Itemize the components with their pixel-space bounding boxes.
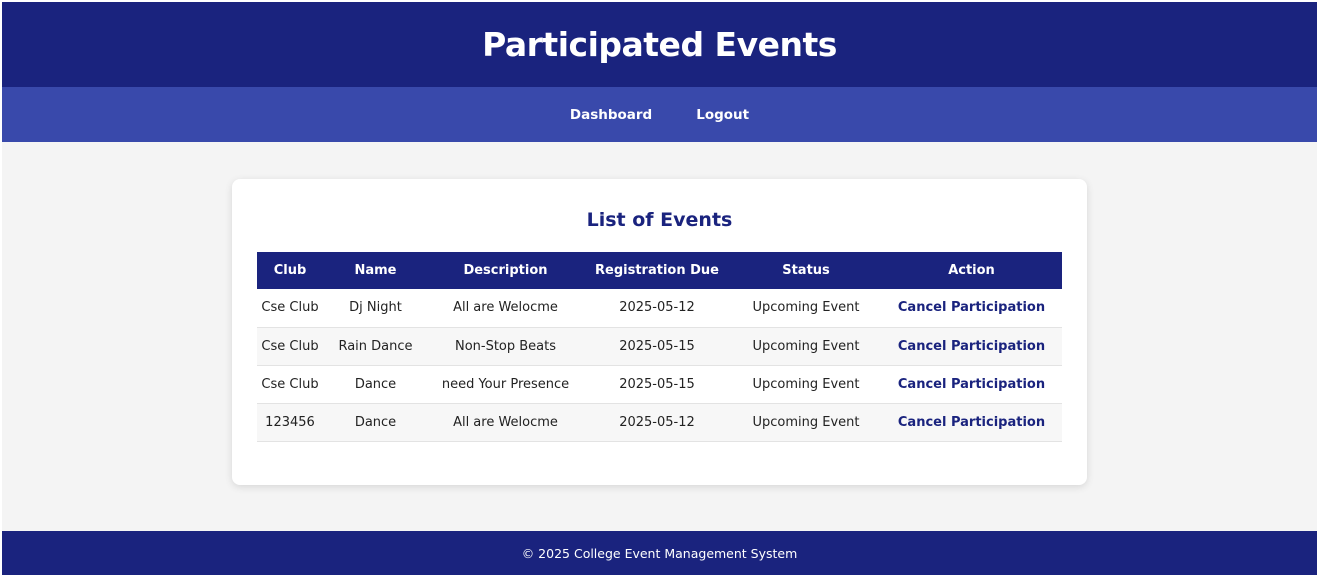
cell-status: Upcoming Event xyxy=(731,403,881,442)
cell-action: Cancel Participation xyxy=(881,327,1062,366)
cell-description: need Your Presence xyxy=(428,365,583,404)
table-row: Cse Club Rain Dance Non-Stop Beats 2025-… xyxy=(257,327,1062,366)
column-header-name: Name xyxy=(323,252,428,289)
cell-action: Cancel Participation xyxy=(881,403,1062,442)
cell-name: Dj Night xyxy=(323,289,428,328)
section-title: List of Events xyxy=(586,209,733,231)
cell-registration-due: 2025-05-15 xyxy=(583,327,731,366)
page-header: Participated Events xyxy=(2,2,1317,87)
footer-copyright: © 2025 College Event Management System xyxy=(521,545,798,561)
cell-action: Cancel Participation xyxy=(881,365,1062,404)
cell-name: Rain Dance xyxy=(323,327,428,366)
column-header-club: Club xyxy=(257,252,323,289)
cell-status: Upcoming Event xyxy=(731,327,881,366)
cell-name: Dance xyxy=(323,403,428,442)
nav-link-dashboard[interactable]: Dashboard xyxy=(570,107,652,123)
cell-registration-due: 2025-05-12 xyxy=(583,403,731,442)
cell-club: Cse Club xyxy=(257,365,323,404)
cancel-participation-link[interactable]: Cancel Participation xyxy=(898,377,1045,392)
cell-description: Non-Stop Beats xyxy=(428,327,583,366)
events-card: List of Events Club Name Description Reg… xyxy=(232,179,1087,485)
column-header-status: Status xyxy=(731,252,881,289)
column-header-action: Action xyxy=(881,252,1062,289)
page-footer: © 2025 College Event Management System xyxy=(2,531,1317,575)
table-row: Cse Club Dj Night All are Welocme 2025-0… xyxy=(257,289,1062,328)
cell-description: All are Welocme xyxy=(428,403,583,442)
nav-link-logout[interactable]: Logout xyxy=(696,107,749,123)
cell-registration-due: 2025-05-12 xyxy=(583,289,731,328)
cell-registration-due: 2025-05-15 xyxy=(583,365,731,404)
cell-name: Dance xyxy=(323,365,428,404)
cancel-participation-link[interactable]: Cancel Participation xyxy=(898,300,1045,315)
nav-bar: Dashboard Logout xyxy=(2,87,1317,142)
cancel-participation-link[interactable]: Cancel Participation xyxy=(898,339,1045,354)
table-header-row: Club Name Description Registration Due S… xyxy=(257,252,1062,289)
cell-description: All are Welocme xyxy=(428,289,583,328)
cell-club: Cse Club xyxy=(257,327,323,366)
cell-status: Upcoming Event xyxy=(731,365,881,404)
column-header-description: Description xyxy=(428,252,583,289)
cell-status: Upcoming Event xyxy=(731,289,881,328)
cell-club: 123456 xyxy=(257,403,323,442)
main-content: List of Events Club Name Description Reg… xyxy=(2,142,1317,531)
table-row: Cse Club Dance need Your Presence 2025-0… xyxy=(257,365,1062,404)
column-header-registration-due: Registration Due xyxy=(583,252,731,289)
page-title: Participated Events xyxy=(482,25,837,64)
events-table: Club Name Description Registration Due S… xyxy=(257,252,1062,442)
cancel-participation-link[interactable]: Cancel Participation xyxy=(898,415,1045,430)
table-row: 123456 Dance All are Welocme 2025-05-12 … xyxy=(257,403,1062,442)
cell-action: Cancel Participation xyxy=(881,289,1062,328)
page-frame: Participated Events Dashboard Logout Lis… xyxy=(2,2,1317,575)
cell-club: Cse Club xyxy=(257,289,323,328)
